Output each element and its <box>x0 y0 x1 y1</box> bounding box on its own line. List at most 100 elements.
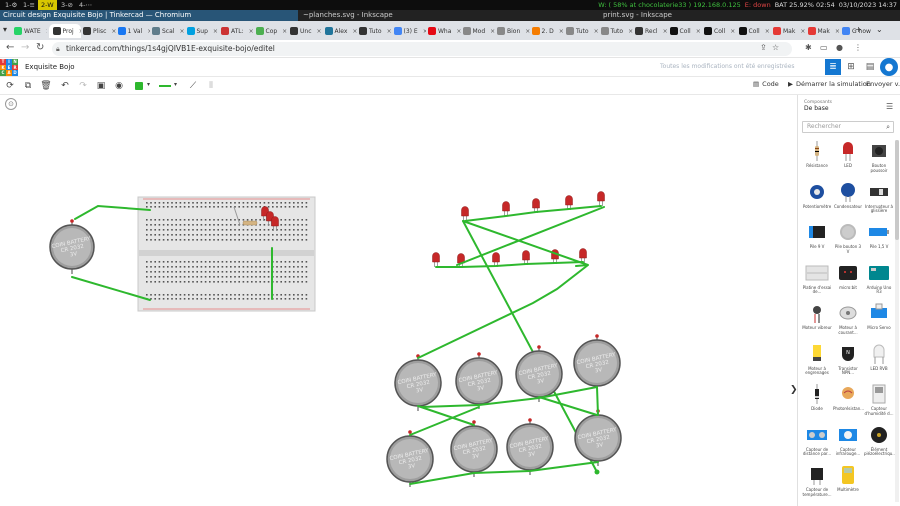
close-icon[interactable]: × <box>79 28 81 35</box>
sidebar-icon[interactable]: ▭ <box>820 43 828 52</box>
breadboard-hole[interactable] <box>225 224 228 226</box>
breadboard-hole[interactable] <box>150 219 152 221</box>
breadboard-hole[interactable] <box>179 234 182 236</box>
breadboard-hole[interactable] <box>200 202 203 204</box>
breadboard-hole[interactable] <box>297 202 299 204</box>
breadboard-hole[interactable] <box>196 234 198 236</box>
component-search-input[interactable]: Rechercher ⌕ <box>802 121 894 133</box>
breadboard-hole[interactable] <box>209 271 211 273</box>
chevron-down-icon[interactable]: ▾ <box>147 81 150 88</box>
browser-tab[interactable]: Mak × <box>773 24 806 38</box>
breadboard-hole[interactable] <box>200 266 203 268</box>
breadboard-hole[interactable] <box>192 294 194 296</box>
breadboard-hole[interactable] <box>251 276 253 278</box>
wire-type-swatch[interactable] <box>159 85 171 87</box>
workspace-1b[interactable]: 1-≡ <box>20 0 38 10</box>
breadboard-hole[interactable] <box>276 294 278 296</box>
close-icon[interactable]: × <box>696 28 701 35</box>
breadboard-hole[interactable] <box>284 294 287 296</box>
close-icon[interactable]: × <box>456 28 460 35</box>
breadboard-hole[interactable] <box>284 276 287 278</box>
window-title-chromium[interactable]: Circuit design Exquisite Bojo | Tinkerca… <box>0 10 298 21</box>
breadboard-hole[interactable] <box>213 281 215 283</box>
back-icon[interactable]: ← <box>6 42 14 53</box>
breadboard-hole[interactable] <box>238 271 240 273</box>
breadboard-hole[interactable] <box>217 206 219 208</box>
breadboard-hole[interactable] <box>204 281 207 283</box>
led[interactable] <box>271 216 279 227</box>
breadboard-hole[interactable] <box>259 229 261 231</box>
breadboard-hole[interactable] <box>204 229 207 231</box>
breadboard-hole[interactable] <box>234 234 236 236</box>
breadboard-hole[interactable] <box>276 239 278 241</box>
breadboard-hole[interactable] <box>158 234 161 236</box>
breadboard-hole[interactable] <box>230 276 232 278</box>
breadboard-hole[interactable] <box>246 239 249 241</box>
breadboard-hole[interactable] <box>204 276 207 278</box>
breadboard-hole[interactable] <box>179 239 182 241</box>
browser-tab[interactable]: G how× <box>842 24 875 38</box>
breadboard-hole[interactable] <box>154 261 156 263</box>
browser-tab[interactable]: Scal × <box>152 24 185 38</box>
browser-tab[interactable]: ATL: × <box>221 24 254 38</box>
breadboard-hole[interactable] <box>305 219 308 221</box>
breadboard-hole[interactable] <box>167 224 169 226</box>
breadboard-hole[interactable] <box>280 219 282 221</box>
breadboard-hole[interactable] <box>179 266 182 268</box>
breadboard-hole[interactable] <box>225 219 228 221</box>
breadboard-hole[interactable] <box>234 229 236 231</box>
breadboard-hole[interactable] <box>259 298 261 300</box>
browser-tab[interactable]: Bion × <box>497 24 530 38</box>
breadboard-hole[interactable] <box>234 224 236 226</box>
breadboard-hole[interactable] <box>175 239 177 241</box>
breadboard-hole[interactable] <box>267 234 270 236</box>
breadboard-hole[interactable] <box>213 298 215 300</box>
breadboard-hole[interactable] <box>158 239 161 241</box>
breadboard-hole[interactable] <box>158 281 161 283</box>
breadboard-hole[interactable] <box>183 219 186 221</box>
breadboard-hole[interactable] <box>196 276 198 278</box>
workspace-3[interactable]: 3-⊘ <box>58 0 76 10</box>
schematic-view-icon[interactable]: ⊞ <box>843 59 859 75</box>
browser-tab[interactable]: (3) E × <box>393 24 426 38</box>
chevron-down-icon[interactable]: ▾ <box>174 81 177 88</box>
breadboard-hole[interactable] <box>293 229 295 231</box>
breadboard-hole[interactable] <box>267 281 270 283</box>
breadboard-hole[interactable] <box>293 224 295 226</box>
breadboard-hole[interactable] <box>217 219 219 221</box>
browser-tab[interactable]: Cop × <box>255 24 289 38</box>
breadboard-hole[interactable] <box>267 206 270 208</box>
breadboard-hole[interactable] <box>154 281 156 283</box>
send-button[interactable]: Envoyer v... <box>866 80 900 88</box>
bookmark-star-icon[interactable]: ☆ <box>772 43 779 52</box>
breadboard-hole[interactable] <box>162 294 165 296</box>
url-field[interactable]: 🔒︎ tinkercad.com/things/1s4gjQIVB1E-exqu… <box>52 42 792 56</box>
breadboard-hole[interactable] <box>167 294 169 296</box>
breadboard-hole[interactable] <box>183 206 186 208</box>
breadboard-hole[interactable] <box>167 202 169 204</box>
breadboard-hole[interactable] <box>183 294 186 296</box>
breadboard-hole[interactable] <box>162 281 165 283</box>
breadboard-hole[interactable] <box>158 224 161 226</box>
breadboard-hole[interactable] <box>188 298 190 300</box>
breadboard-hole[interactable] <box>297 298 299 300</box>
breadboard-hole[interactable] <box>255 229 257 231</box>
breadboard-hole[interactable] <box>192 202 194 204</box>
breadboard-hole[interactable] <box>251 202 253 204</box>
breadboard-hole[interactable] <box>158 229 161 231</box>
breadboard-hole[interactable] <box>162 219 165 221</box>
component-item[interactable]: LED <box>833 138 863 180</box>
breadboard-hole[interactable] <box>234 266 236 268</box>
component-item[interactable]: Capteur infrarouge... <box>833 422 863 464</box>
tinkercad-logo[interactable]: TINKERCAD <box>0 59 18 76</box>
breadboard-hole[interactable] <box>146 276 148 278</box>
breadboard-hole[interactable] <box>146 202 148 204</box>
breadboard-hole[interactable] <box>175 294 177 296</box>
component-item[interactable]: LED RVB <box>864 341 894 383</box>
breadboard-hole[interactable] <box>230 219 232 221</box>
breadboard-hole[interactable] <box>284 271 287 273</box>
breadboard-hole[interactable] <box>217 261 219 263</box>
close-icon[interactable]: × <box>111 28 115 35</box>
wire[interactable] <box>596 386 599 416</box>
breadboard-hole[interactable] <box>280 234 282 236</box>
